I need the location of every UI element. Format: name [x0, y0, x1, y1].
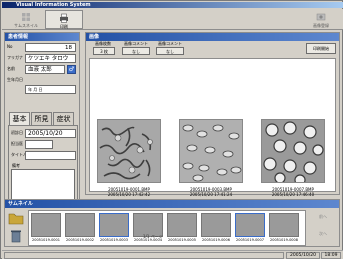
field-title-value[interactable] [25, 151, 76, 160]
print-toolbar-button[interactable]: 印刷 [45, 10, 83, 29]
tab-findings[interactable]: 所見 [31, 112, 52, 125]
field-no: No 18 [7, 43, 79, 52]
micrograph-image-3[interactable] [261, 119, 325, 186]
thumbnail-8-label: 20051019-0008 [270, 238, 298, 242]
image-comment-select-1[interactable]: なし [122, 47, 150, 55]
field-title: タイトル [11, 151, 77, 160]
status-date: 2005/10/20 [286, 252, 320, 259]
tab-basic[interactable]: 基本 [9, 112, 30, 125]
thumbnail-5[interactable] [167, 213, 197, 237]
micrograph-image-2[interactable] [179, 119, 243, 183]
field-furigana-label: フリガナ [7, 55, 23, 60]
thumbnail-grid: 20051019-0001 20051019-0002 20051019-000… [28, 210, 306, 246]
thumbnail-3-label: 20051019-0003 [100, 238, 128, 242]
start-print-button[interactable]: 印刷開始 [306, 43, 336, 54]
status-bar: 2005/10/20 18:09 [2, 250, 343, 259]
thumbnail-toolbar-label: サムスネイル [14, 23, 38, 28]
thumbnail-3[interactable] [99, 213, 129, 237]
field-name-label: 名前 [7, 66, 15, 71]
field-birthdate-label: 生年月日 [7, 77, 23, 82]
prev-page-button[interactable]: 前へ [309, 210, 337, 224]
image-register-toolbar-button[interactable]: 画像登録 [302, 10, 340, 29]
thumbnail-panel: サムネイル 20051019-0001 20051019-0002 200510… [4, 199, 340, 247]
field-birthdate-value[interactable]: 年 月 日 [25, 85, 76, 94]
thumbnail-icon [22, 13, 30, 21]
thumbnail-toolbar-button[interactable]: サムスネイル [7, 10, 45, 29]
thumbnail-panel-header: サムネイル [5, 200, 339, 208]
field-doctor-value[interactable] [25, 140, 53, 149]
image-3-date: 2005/10/20 17:46:40 [271, 192, 315, 197]
micrograph-1-art [98, 120, 160, 182]
print-preview-area: 20051019-0001.BMP 2005/10/20 17:42:42 20… [89, 58, 336, 197]
info-tabs: 基本 所見 症状 [9, 112, 79, 126]
thumbnail-8[interactable] [269, 213, 299, 237]
thumbnail-6[interactable] [201, 213, 231, 237]
printer-icon [60, 13, 68, 23]
field-no-label: No [7, 44, 13, 49]
field-birthdate-label-row: 生年月日 [7, 76, 79, 85]
image-register-toolbar-label: 画像登録 [313, 23, 329, 28]
tab-symptoms[interactable]: 症状 [53, 112, 74, 125]
window-title: Visual Information System [2, 2, 343, 8]
field-first-visit-value[interactable]: 2005/10/20 [25, 129, 76, 138]
print-toolbar-label: 印刷 [60, 24, 68, 29]
micrograph-image-1[interactable] [97, 119, 161, 183]
thumbnail-7[interactable] [235, 213, 265, 237]
page-indicator: 1/1 ページ [143, 234, 163, 239]
thumbnail-6-label: 20051019-0006 [202, 238, 230, 242]
image-comment-select-2[interactable]: なし [156, 47, 184, 55]
toolbar: サムスネイル 印刷 画像登録 [2, 9, 343, 30]
micrograph-2-art [180, 120, 242, 182]
status-message [4, 252, 284, 259]
field-furigana: フリガナ ケツエキ タロウ [7, 54, 79, 63]
image-1-date: 2005/10/20 17:42:42 [107, 192, 151, 197]
thumbnail-2[interactable] [65, 213, 95, 237]
field-first-visit: 初診日 2005/10/20 [11, 129, 77, 138]
field-furigana-value[interactable]: ケツエキ タロウ [25, 54, 76, 63]
field-doctor: 担当医 [11, 140, 77, 149]
thumbnail-7-label: 20051019-0007 [236, 238, 264, 242]
status-time: 18:09 [321, 252, 341, 259]
next-page-button[interactable]: 次へ [309, 227, 337, 241]
thumbnail-1[interactable] [31, 213, 61, 237]
gender-male-icon[interactable]: ♂ [67, 65, 76, 74]
trash-icon[interactable] [8, 228, 24, 243]
image-count-select[interactable]: 3 枚 [93, 47, 115, 55]
image-register-icon [316, 13, 326, 21]
folder-icon[interactable] [8, 211, 24, 226]
field-no-value[interactable]: 18 [25, 43, 76, 52]
field-name-value[interactable]: 血液 太郎 [25, 65, 65, 74]
thumbnail-5-label: 20051019-0005 [168, 238, 196, 242]
thumbnail-1-label: 20051019-0001 [32, 238, 60, 242]
field-name: 名前 血液 太郎 ♂ [7, 65, 79, 74]
app-window: Visual Information System サムスネイル 印刷 画像登録… [0, 0, 343, 259]
image-panel-header: 画像 [86, 33, 339, 41]
field-birthdate: 年 月 日 [7, 85, 79, 94]
patient-info-header: 患者情報 [5, 33, 79, 41]
thumbnail-2-label: 20051019-0002 [66, 238, 94, 242]
image-2-date: 2005/10/20 17:41:24 [189, 192, 233, 197]
image-panel: 画像 画像枚数 3 枚 画像コメント なし 画像コメント なし 印刷開始 200… [85, 32, 340, 197]
micrograph-3-art [262, 120, 324, 186]
